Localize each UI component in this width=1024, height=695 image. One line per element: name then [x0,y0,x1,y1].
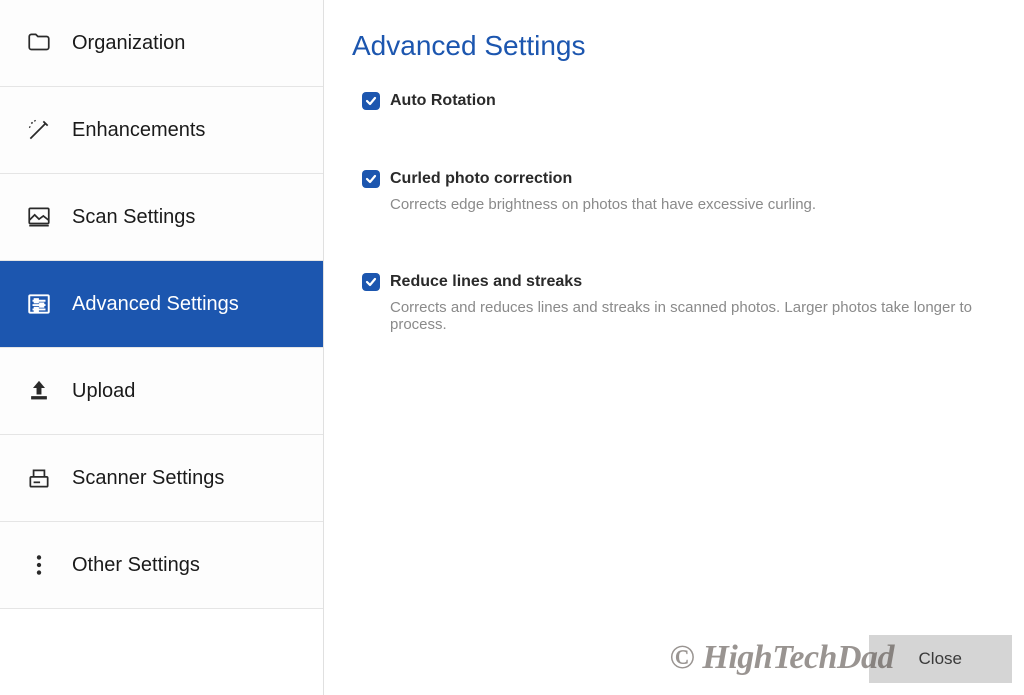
option-curled-photo-correction: Curled photo correction Corrects edge br… [352,170,996,213]
option-auto-rotation: Auto Rotation [352,92,996,110]
sidebar-item-label: Upload [72,380,135,403]
sidebar-item-other-settings[interactable]: Other Settings [0,522,323,609]
folder-icon [24,28,54,58]
upload-icon [24,376,54,406]
checkbox-reduce-lines-streaks[interactable] [362,273,380,291]
page-title: Advanced Settings [352,30,996,62]
sidebar-item-organization[interactable]: Organization [0,0,323,87]
sidebar-item-label: Scanner Settings [72,467,224,490]
sidebar-item-label: Scan Settings [72,206,195,229]
sidebar-item-scan-settings[interactable]: Scan Settings [0,174,323,261]
sidebar-item-advanced-settings[interactable]: Advanced Settings [0,261,323,348]
option-label: Reduce lines and streaks [390,273,582,291]
option-description: Corrects and reduces lines and streaks i… [390,299,996,333]
scanner-icon [24,463,54,493]
sidebar-item-scanner-settings[interactable]: Scanner Settings [0,435,323,522]
watermark: © HighTechDad [670,639,895,677]
close-button[interactable]: Close [869,635,1012,683]
sidebar: Organization Enhancements Scan Setti [0,0,324,695]
wand-icon [24,115,54,145]
dots-icon [24,550,54,580]
option-label: Auto Rotation [390,92,496,110]
sidebar-item-upload[interactable]: Upload [0,348,323,435]
checkbox-curled-photo-correction[interactable] [362,170,380,188]
sidebar-item-enhancements[interactable]: Enhancements [0,87,323,174]
sidebar-item-label: Other Settings [72,554,200,577]
checkbox-auto-rotation[interactable] [362,92,380,110]
option-label: Curled photo correction [390,170,572,188]
sidebar-item-label: Advanced Settings [72,293,239,316]
sliders-icon [24,289,54,319]
option-description: Corrects edge brightness on photos that … [390,196,996,213]
sidebar-item-label: Enhancements [72,119,205,142]
option-reduce-lines-streaks: Reduce lines and streaks Corrects and re… [352,273,996,333]
main-content: Advanced Settings Auto Rotation Curled p [324,0,1024,695]
image-settings-icon [24,202,54,232]
sidebar-item-label: Organization [72,32,185,55]
